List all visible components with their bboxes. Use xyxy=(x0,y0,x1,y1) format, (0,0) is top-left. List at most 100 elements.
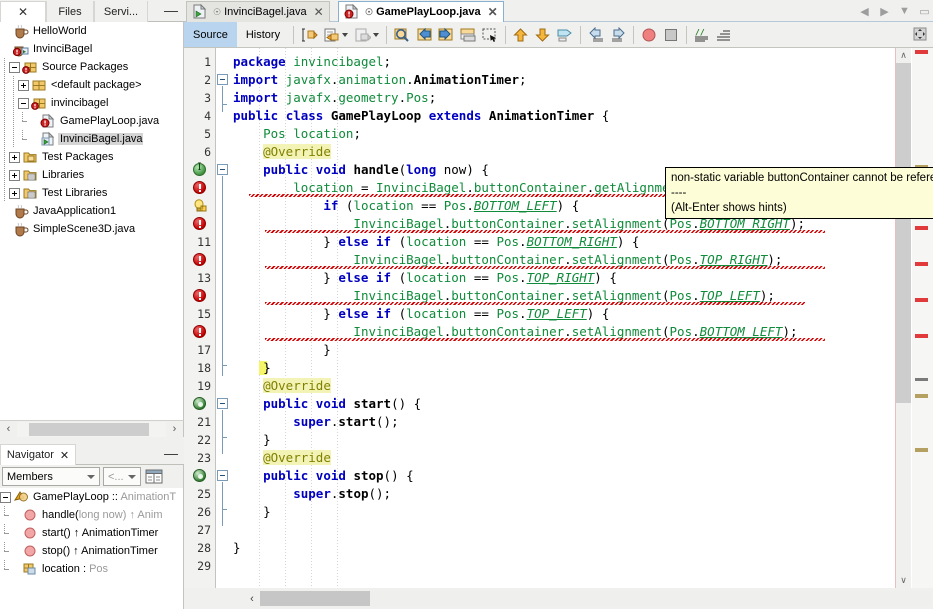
close-icon[interactable]: ✕ xyxy=(488,5,498,19)
toggle-highlight-icon[interactable] xyxy=(457,24,479,46)
fold-toggle-icon[interactable] xyxy=(217,74,228,85)
navigator-item[interactable]: stop() ↑ AnimationTimer xyxy=(0,542,183,560)
code-line[interactable]: Pos location; xyxy=(233,125,895,143)
code-line[interactable]: @Override xyxy=(233,377,895,395)
editor-hscrollbar[interactable]: ‹ xyxy=(184,588,933,609)
implements-glyph-icon[interactable] xyxy=(193,469,206,482)
code-line[interactable]: package invincibagel; xyxy=(233,53,895,71)
code-line[interactable]: } xyxy=(233,503,895,521)
tree-toggle-icon[interactable] xyxy=(9,61,20,73)
maximize-icon[interactable]: ▭ xyxy=(918,3,931,19)
chevron-down-icon[interactable] xyxy=(87,475,95,479)
tab-history[interactable]: History xyxy=(237,22,289,47)
glyph-gutter[interactable]: 123456!1113151718192122232526272829 xyxy=(184,48,216,588)
editor-tab-gameplayloop[interactable]: ☉ GamePlayLoop.java ✕ xyxy=(338,1,504,22)
toggle-rectangular-selection-icon[interactable] xyxy=(479,24,501,46)
tree-item-source-packages[interactable]: Source Packages xyxy=(0,58,183,76)
implements-glyph-icon[interactable] xyxy=(193,397,206,410)
find-previous-icon[interactable] xyxy=(413,24,435,46)
code-line[interactable]: } xyxy=(233,431,895,449)
shift-right-icon[interactable] xyxy=(607,24,629,46)
tree-item-invincibagel[interactable]: invincibagel xyxy=(0,94,183,112)
annotation-error[interactable] xyxy=(915,262,928,266)
error-glyph-icon[interactable] xyxy=(193,325,206,338)
projects-hscrollbar[interactable]: ‹ › xyxy=(0,420,184,437)
navigator-item[interactable]: GamePlayLoop :: AnimationT xyxy=(0,488,183,506)
code-text-area[interactable]: package invincibagel; import javafx.anima… xyxy=(233,48,895,588)
error-glyph-icon[interactable] xyxy=(193,253,206,266)
minimize-icon[interactable]: — xyxy=(164,3,178,18)
code-line[interactable] xyxy=(233,521,895,539)
annotation-caret[interactable] xyxy=(915,378,928,381)
overrides-glyph-icon[interactable] xyxy=(193,162,206,176)
code-line[interactable]: } xyxy=(233,539,895,557)
find-selection-icon[interactable] xyxy=(391,24,413,46)
error-annotation-strip[interactable]: ∧ ∨ xyxy=(895,48,933,588)
editor-vscrollbar[interactable]: ∧ ∨ xyxy=(896,48,911,588)
chevron-down-icon[interactable] xyxy=(342,32,349,37)
chevron-down-icon[interactable] xyxy=(128,475,136,479)
scroll-thumb[interactable] xyxy=(260,591,370,606)
navigator-filters-button[interactable] xyxy=(144,467,164,487)
close-icon[interactable]: ✕ xyxy=(60,449,69,462)
scroll-documents-right-icon[interactable]: ▶ xyxy=(878,3,891,19)
scroll-left-icon[interactable]: ‹ xyxy=(244,591,260,606)
navigator-item[interactable]: handle(long now) ↑ Anim xyxy=(0,506,183,524)
scroll-thumb[interactable] xyxy=(29,422,149,436)
start-macro-recording-icon[interactable] xyxy=(638,24,660,46)
code-line[interactable]: super.start(); xyxy=(233,413,895,431)
code-line[interactable]: } else if (location == Pos.TOP_RIGHT) { xyxy=(233,269,895,287)
shift-line-right-icon[interactable] xyxy=(554,24,576,46)
close-icon[interactable]: ✕ xyxy=(18,5,28,19)
shift-line-down-icon[interactable] xyxy=(532,24,554,46)
tree-item-invincibagel[interactable]: InvinciBagel xyxy=(0,40,183,58)
scroll-thumb[interactable] xyxy=(896,63,911,403)
tree-item-simplescene3d-java[interactable]: SimpleScene3D.java xyxy=(0,220,183,238)
error-glyph-icon[interactable] xyxy=(193,289,206,302)
annotation-error[interactable] xyxy=(915,50,928,54)
code-editor[interactable]: 123456!1113151718192122232526272829 pack… xyxy=(184,48,933,588)
chevron-down-icon[interactable] xyxy=(373,32,380,37)
tree-item-gameplayloop-java[interactable]: GamePlayLoop.java xyxy=(0,112,183,130)
shift-left-icon[interactable] xyxy=(585,24,607,46)
tree-toggle-icon[interactable] xyxy=(18,79,29,91)
minimize-icon[interactable]: — xyxy=(164,446,178,461)
tree-item-default-package[interactable]: <default package> xyxy=(0,76,183,94)
tree-item-invincibagel-java[interactable]: InvinciBagel.java xyxy=(0,130,183,148)
scroll-down-icon[interactable]: ∨ xyxy=(896,573,911,588)
tree-item-test-libraries[interactable]: Test Libraries xyxy=(0,184,183,202)
previous-bookmark-icon[interactable] xyxy=(351,24,373,46)
annotation-mark[interactable] xyxy=(915,394,928,398)
tab-projects[interactable]: ✕ xyxy=(0,1,46,22)
tree-toggle-icon[interactable] xyxy=(9,169,20,181)
tree-toggle-icon[interactable] xyxy=(9,187,20,199)
tree-toggle-icon[interactable] xyxy=(0,491,11,503)
code-line[interactable]: public void start() { xyxy=(233,395,895,413)
find-next-icon[interactable] xyxy=(435,24,457,46)
annotation-error[interactable] xyxy=(915,226,928,230)
stop-macro-recording-icon[interactable] xyxy=(660,24,682,46)
tree-item-libraries[interactable]: Libraries xyxy=(0,166,183,184)
scroll-up-icon[interactable]: ∧ xyxy=(896,48,911,63)
scroll-track[interactable] xyxy=(260,591,931,606)
comment-icon[interactable]: // xyxy=(691,24,713,46)
tab-files[interactable]: Files xyxy=(46,1,94,22)
tree-item-helloworld[interactable]: HelloWorld xyxy=(0,22,183,40)
code-line[interactable]: } else if (location == Pos.TOP_LEFT) { xyxy=(233,305,895,323)
document-list-dropdown-icon[interactable]: ▼ xyxy=(898,3,911,19)
close-icon[interactable]: ✕ xyxy=(314,5,324,19)
navigator-tree[interactable]: GamePlayLoop :: AnimationT handle(long no… xyxy=(0,488,184,609)
code-line[interactable]: @Override xyxy=(233,449,895,467)
last-edit-icon[interactable] xyxy=(298,24,320,46)
annotation-mark[interactable] xyxy=(915,448,928,452)
error-glyph-icon[interactable] xyxy=(193,217,206,230)
projects-tree[interactable]: HelloWorld InvinciBagel Source Packages <de… xyxy=(0,22,184,420)
code-line[interactable]: import javafx.geometry.Pos; xyxy=(233,89,895,107)
shift-line-up-icon[interactable] xyxy=(510,24,532,46)
fold-toggle-icon[interactable] xyxy=(217,164,228,175)
tree-item-test-packages[interactable]: Test Packages xyxy=(0,148,183,166)
code-line[interactable]: public class GamePlayLoop extends Animat… xyxy=(233,107,895,125)
code-line[interactable]: import javafx.animation.AnimationTimer; xyxy=(233,71,895,89)
code-folding-column[interactable] xyxy=(217,48,233,588)
error-glyph-icon[interactable] xyxy=(193,181,206,194)
